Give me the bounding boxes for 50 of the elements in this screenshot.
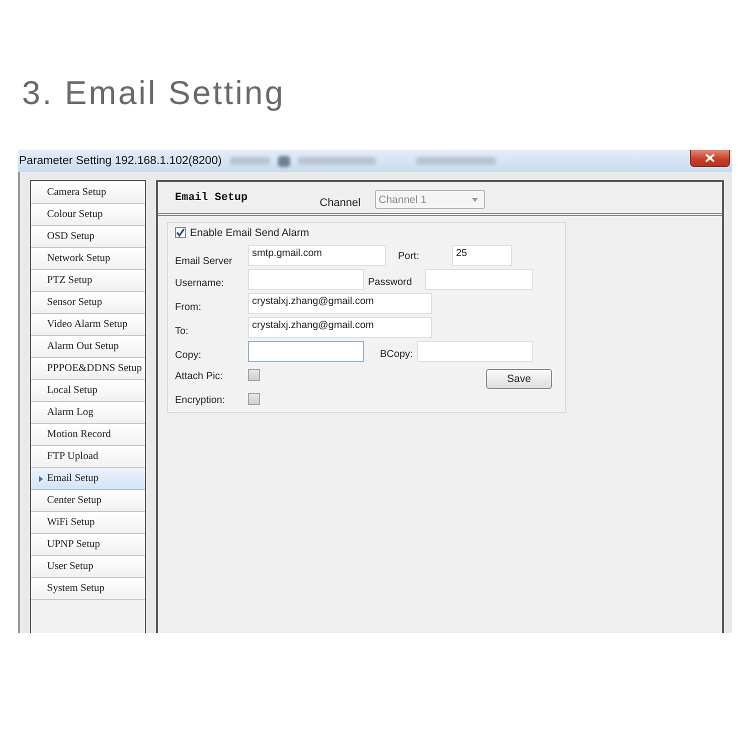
field-label: Password xyxy=(368,276,413,288)
input-field[interactable] xyxy=(248,340,364,362)
caret-icon xyxy=(472,198,478,202)
sidebar-item[interactable]: WiFi Setup xyxy=(31,512,145,534)
sidebar-item[interactable]: PPPOE&DDNS Setup xyxy=(31,358,145,380)
sidebar-item[interactable]: Video Alarm Setup xyxy=(31,314,145,336)
field-label: Username: xyxy=(175,276,225,288)
field-label: To: xyxy=(175,324,190,336)
blurred-title-block xyxy=(230,157,270,165)
sidebar-item[interactable]: Sensor Setup xyxy=(31,292,145,314)
sidebar-item[interactable]: FTP Upload xyxy=(31,446,145,468)
field-label: Attach Pic: xyxy=(175,370,224,382)
field-label: Encryption: xyxy=(175,394,226,406)
field-label: Email Server xyxy=(175,254,234,266)
sidebar-item[interactable]: Camera Setup xyxy=(31,182,145,204)
field-label: From: xyxy=(175,300,202,312)
panel-title: Email Setup xyxy=(175,192,248,204)
checkbox-label: Enable Email Send Alarm xyxy=(190,226,310,238)
sidebar-item[interactable]: UPNP Setup xyxy=(31,534,145,556)
checkbox[interactable] xyxy=(248,393,260,405)
save-button[interactable]: Save xyxy=(486,369,552,389)
sidebar-item[interactable]: Center Setup xyxy=(31,490,145,512)
sidebar-item[interactable]: OSD Setup xyxy=(31,226,145,248)
checkbox[interactable] xyxy=(175,227,186,238)
channel-label: Channel xyxy=(320,197,361,209)
field-label: BCopy: xyxy=(380,348,414,360)
page-heading: 3. Email Setting xyxy=(22,74,286,112)
checkbox[interactable] xyxy=(248,369,260,381)
window-title: Parameter Setting 192.168.1.102(8200) xyxy=(19,155,222,167)
input-field[interactable]: 25 xyxy=(452,244,512,266)
field-label: Port: xyxy=(398,250,420,262)
sidebar-item[interactable]: Network Setup xyxy=(31,248,145,270)
sidebar-item[interactable]: Local Setup xyxy=(31,380,145,402)
sidebar-item[interactable]: System Setup xyxy=(31,578,145,600)
field-label: Copy: xyxy=(175,348,202,360)
input-field[interactable]: crystalxj.zhang@gmail.com xyxy=(248,292,432,314)
close-icon xyxy=(705,154,715,162)
input-field[interactable]: crystalxj.zhang@gmail.com xyxy=(248,316,432,338)
pointer-icon xyxy=(39,476,43,482)
sidebar-item[interactable]: User Setup xyxy=(31,556,145,578)
close-button[interactable] xyxy=(690,150,730,167)
sidebar-item[interactable]: Email Setup xyxy=(31,468,145,490)
checkmark-icon xyxy=(176,228,185,237)
sidebar-item[interactable]: Colour Setup xyxy=(31,204,145,226)
sidebar-item[interactable]: PTZ Setup xyxy=(31,270,145,292)
blurred-title-block xyxy=(278,156,290,166)
sidebar-item[interactable]: Motion Record xyxy=(31,424,145,446)
sidebar-item[interactable]: Alarm Out Setup xyxy=(31,336,145,358)
sidebar-item[interactable]: Alarm Log xyxy=(31,402,145,424)
input-field[interactable]: smtp.gmail.com xyxy=(248,244,386,266)
